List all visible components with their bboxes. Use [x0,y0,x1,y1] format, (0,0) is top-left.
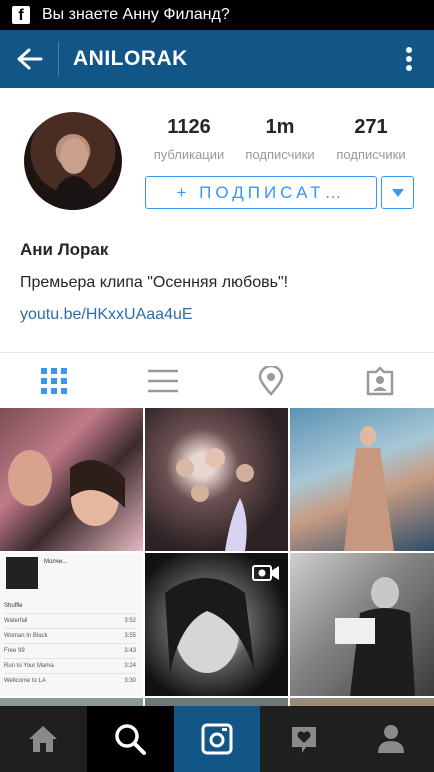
follow-button[interactable]: + ПОДПИСАТ… [145,176,377,209]
post-photo [176,448,254,551]
profile-link[interactable]: youtu.be/HKxxUAaa4uE [20,306,193,324]
grid-post-music[interactable]: Молчи... Shuffle Waterfall 3:52 Woman In… [0,553,143,696]
track-title: Waterfall [4,618,28,624]
tagged-icon [366,366,393,395]
track-row: Woman In Black 3:55 [4,628,136,643]
track-time: 3:55 [124,633,136,639]
profile-display-name: Ани Лорак [20,240,109,259]
stat-following-value: 271 [354,116,388,138]
profile-stats: 1126 публикации 1m подписчики 271 подпис… [144,116,416,162]
track-title: Wellcome to LA [4,678,46,684]
chevron-down-icon [391,188,404,197]
more-vertical-icon [406,47,412,71]
track-list: Shuffle Waterfall 3:52 Woman In Black 3:… [4,603,136,688]
grid-post[interactable] [145,698,288,706]
profile-bio: Премьера клипа "Осенняя любовь"! [20,274,289,291]
arrow-left-icon [17,48,43,70]
camera-icon [201,723,233,755]
grid-post[interactable] [0,698,143,706]
track-time: 3:24 [124,663,136,669]
video-camera-icon [252,565,279,581]
grid-post[interactable] [290,553,434,696]
profile-view-tabs [0,352,434,408]
track-title: Run to Your Mama [4,663,54,669]
grid-post[interactable] [0,408,143,551]
track-time: 3:43 [124,648,136,654]
tab-map[interactable] [217,353,326,408]
track-time: 3:30 [124,678,136,684]
bottom-nav [0,706,434,772]
post-photo [8,450,125,526]
stat-followers-value: 1m [265,116,295,138]
home-icon [29,726,58,752]
nav-profile[interactable] [347,706,434,772]
page-title: ANILORAK [73,47,188,70]
overflow-menu-button[interactable] [384,30,434,88]
map-pin-icon [258,365,284,396]
grid-post[interactable] [290,408,434,551]
grid-post[interactable] [145,408,288,551]
notification-text: Вы знаете Анну Филанд? [42,6,230,23]
album-title: Молчи... [44,559,68,565]
nav-home[interactable] [0,706,87,772]
stat-followers-label: подписчики [245,147,315,162]
nav-camera[interactable] [173,706,261,772]
grid-post-video[interactable] [145,553,288,696]
profile-header: 1126 публикации 1m подписчики 271 подпис… [0,88,434,352]
stat-posts-value: 1126 [167,116,211,138]
stat-posts-label: публикации [153,147,225,162]
track-title: Woman In Black [4,633,48,639]
tab-grid[interactable] [0,353,109,408]
grid-icon [41,367,68,394]
stat-posts: 1126 публикации [144,116,234,162]
track-row: Wellcome to LA 3:30 [4,673,136,688]
profile-icon [377,725,404,753]
nav-search[interactable] [86,706,174,772]
shuffle-label: Shuffle [4,603,23,609]
avatar[interactable] [24,112,122,210]
status-bar: f Вы знаете Анну Филанд? [0,0,434,30]
track-time: 3:52 [124,618,136,624]
album-cover [6,557,38,589]
list-icon [147,369,178,392]
back-button[interactable] [0,30,58,88]
track-row: Run to Your Mama 3:24 [4,658,136,673]
track-row: Waterfall 3:52 [4,613,136,628]
track-row: Free 99 3:43 [4,643,136,658]
grid-post[interactable] [290,698,434,706]
tab-tagged[interactable] [326,353,434,408]
track-title: Free 99 [4,648,25,654]
activity-heart-icon [291,727,316,753]
avatar-photo [52,138,98,210]
stat-followers[interactable]: 1m подписчики [235,116,325,162]
stat-following[interactable]: 271 подписчики [326,116,416,162]
app-bar-divider [58,42,59,76]
app-bar: ANILORAK [0,30,434,88]
nav-activity[interactable] [260,706,347,772]
tab-list[interactable] [109,353,218,408]
post-photo [335,577,415,696]
follow-dropdown-button[interactable] [381,176,414,209]
posts-grid: Молчи... Shuffle Waterfall 3:52 Woman In… [0,408,434,706]
post-photo [344,426,394,551]
search-icon [115,724,147,755]
facebook-icon: f [12,6,30,24]
stat-following-label: подписчики [336,147,406,162]
